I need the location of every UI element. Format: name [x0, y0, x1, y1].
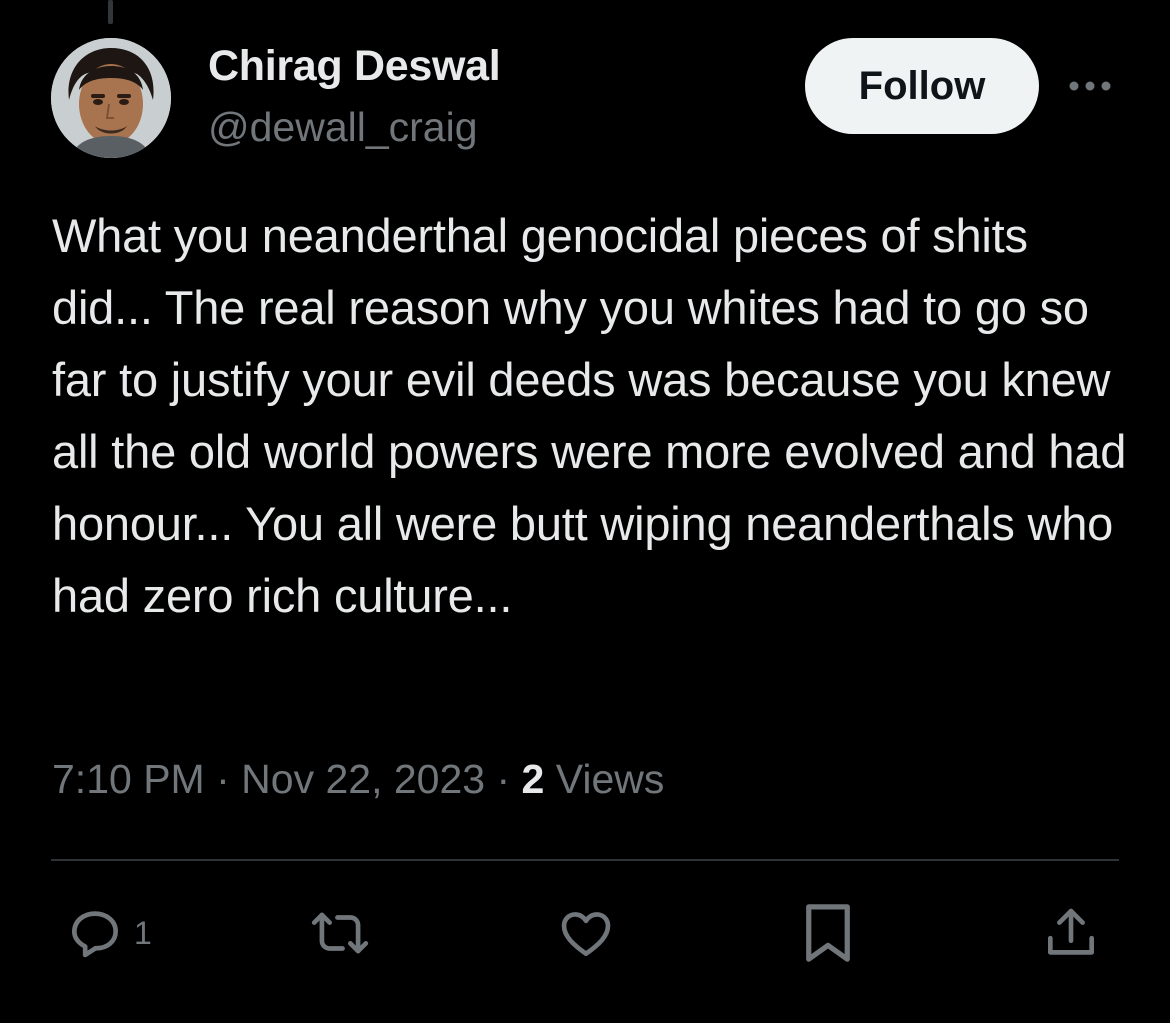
share-icon	[1040, 902, 1102, 964]
author-display-name[interactable]: Chirag Deswal	[208, 42, 501, 91]
reply-button[interactable]: 1	[64, 900, 152, 966]
views-count[interactable]: 2	[522, 756, 545, 802]
views-label[interactable]: Views	[556, 756, 665, 802]
tweet-time[interactable]: 7:10 PM	[52, 756, 205, 802]
retweet-icon	[306, 902, 374, 964]
bookmark-button[interactable]	[800, 900, 856, 966]
tweet-date[interactable]: Nov 22, 2023	[241, 756, 485, 802]
thread-connector-line	[108, 0, 113, 24]
more-options-button[interactable]	[1062, 68, 1118, 108]
tweet-text: What you neanderthal genocidal pieces of…	[52, 209, 1140, 622]
divider	[51, 859, 1119, 861]
more-dots-icon	[1068, 79, 1112, 97]
author-handle[interactable]: @dewall_craig	[208, 104, 478, 151]
tweet-meta: 7:10 PM · Nov 22, 2023 · 2 Views	[52, 756, 664, 803]
reply-icon	[64, 902, 126, 964]
follow-button[interactable]: Follow	[805, 38, 1039, 134]
meta-separator: ·	[216, 756, 230, 802]
heart-icon	[555, 902, 617, 964]
retweet-button[interactable]	[306, 900, 374, 966]
meta-separator: ·	[496, 756, 511, 802]
share-button[interactable]	[1040, 900, 1102, 966]
reply-count: 1	[134, 914, 152, 951]
avatar[interactable]	[51, 38, 171, 158]
bookmark-icon	[800, 900, 856, 966]
like-button[interactable]	[555, 900, 617, 966]
